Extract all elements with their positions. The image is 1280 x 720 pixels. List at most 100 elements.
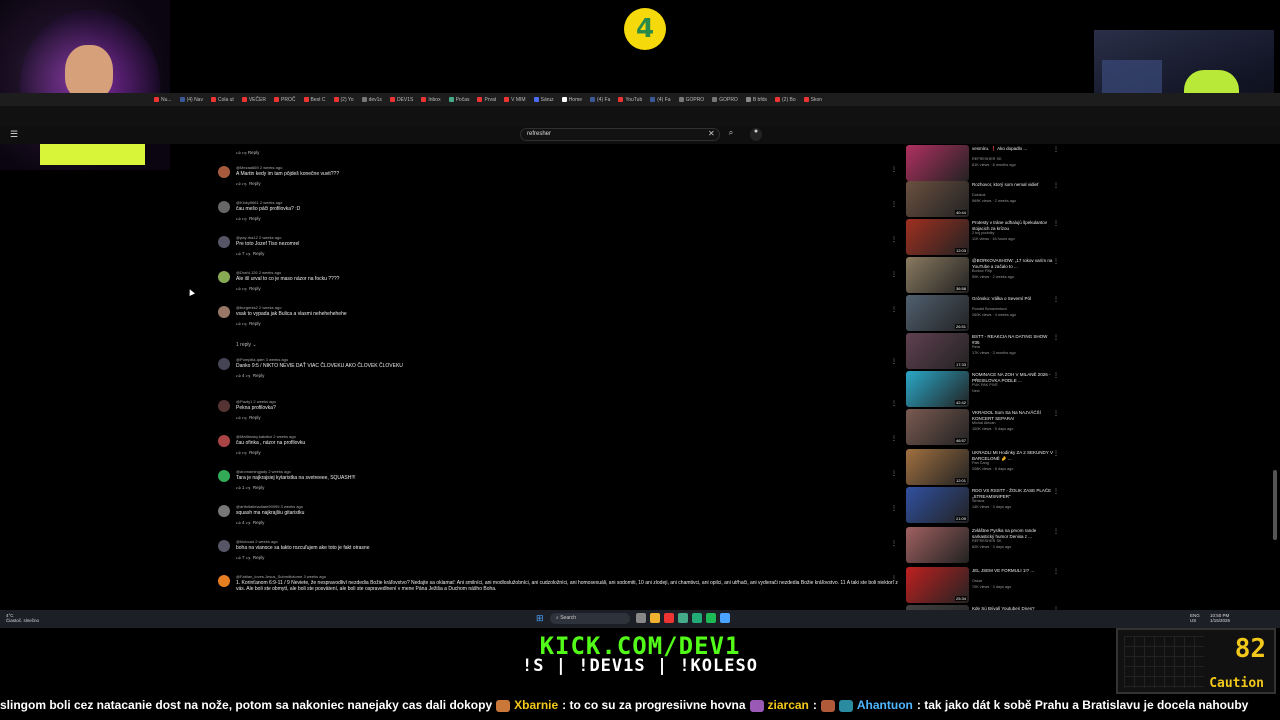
like-icon[interactable]: 👍︎	[236, 485, 241, 490]
dislike-icon[interactable]: 👎︎	[246, 520, 251, 525]
dislike-icon[interactable]: 👎︎	[246, 373, 251, 378]
more-options-icon[interactable]: ⋮	[891, 166, 897, 173]
page-scrollbar[interactable]	[1273, 470, 1277, 540]
avatar[interactable]	[218, 575, 230, 587]
more-options-icon[interactable]: ⋮	[1053, 372, 1059, 379]
video-thumbnail[interactable]: 25:34	[906, 567, 969, 603]
replies-toggle[interactable]: 1 reply ⌄	[236, 342, 257, 348]
video-thumbnail[interactable]: 40:44	[906, 181, 969, 217]
windows-start-icon[interactable]: ⊞	[536, 613, 544, 624]
reply-button[interactable]: Reply	[249, 286, 261, 291]
browser-tab[interactable]: Nu...	[150, 94, 176, 105]
video-title[interactable]: @BORKOVASHOW: „17 rokov varím na YouTube…	[972, 258, 1054, 269]
video-title[interactable]: UKRADLI MI Hodinky ZA 2 SEKUNDY V BARCEL…	[972, 450, 1054, 461]
browser-tab[interactable]: V MIM	[500, 94, 529, 105]
comment-author[interactable]: @Fabian_loves.Jesus_Submittotome	[236, 574, 302, 579]
video-channel[interactable]: Simsos	[972, 499, 984, 503]
video-title[interactable]: VKRADOL Som Sa Na NAJVÄČŠÍ KONCERT SEPAR…	[972, 410, 1054, 421]
like-icon[interactable]: 👍︎	[236, 520, 241, 525]
more-options-icon[interactable]: ⋮	[891, 271, 897, 278]
video-title[interactable]: BSTT - REAKCIA NA DATING SHOW #35	[972, 334, 1054, 345]
browser-tab[interactable]: VEČER	[238, 94, 270, 105]
reply-button[interactable]: Reply	[249, 321, 261, 326]
reply-button[interactable]: Reply	[253, 373, 265, 378]
related-video[interactable]: 26:51 Grónsko: Válka o Severní Pól Ronald …	[906, 294, 1061, 332]
mic-icon[interactable]: ●	[750, 128, 762, 141]
like-icon[interactable]: 👍︎	[236, 555, 241, 560]
taskbar-app-icon[interactable]	[664, 613, 674, 623]
taskbar-app-icon[interactable]	[706, 613, 716, 623]
video-title[interactable]: JEL JSEM VE FORMULI 1!? ...	[972, 568, 1054, 574]
browser-tab[interactable]: Počas	[445, 94, 474, 105]
avatar[interactable]	[218, 435, 230, 447]
more-options-icon[interactable]: ⋮	[891, 358, 897, 365]
video-channel[interactable]: Borkov Filip	[972, 269, 992, 273]
comment-author[interactable]: @hlubcad	[236, 539, 254, 544]
comment-author[interactable]: @artfoltallmadlate99999	[236, 504, 279, 509]
reply-button[interactable]: Reply	[253, 485, 265, 490]
dislike-icon[interactable]: 👎︎	[242, 150, 247, 155]
video-channel[interactable]: PUK PAK PIVE	[972, 383, 998, 387]
taskbar-app-icon[interactable]	[650, 613, 660, 623]
video-title[interactable]: RDO VS RSSTT - ŽOLIK ZASE PLAČE „STREAMS…	[972, 488, 1054, 499]
like-icon[interactable]: 👍︎	[236, 286, 241, 291]
dislike-icon[interactable]: 👎︎	[246, 555, 251, 560]
video-channel[interactable]: REFRESHER SK	[972, 539, 1002, 543]
video-thumbnail[interactable]: 12:03	[906, 219, 969, 255]
video-channel[interactable]: Michal Alexan	[972, 421, 995, 425]
browser-tab[interactable]: (4) Fa	[646, 94, 674, 105]
browser-tab[interactable]: Skon	[800, 94, 826, 105]
dislike-icon[interactable]: 👎︎	[242, 286, 247, 291]
reply-button[interactable]: Reply	[249, 415, 261, 420]
reply-button[interactable]: Reply	[253, 251, 265, 256]
video-thumbnail[interactable]: 42:42	[906, 371, 969, 407]
browser-tab[interactable]: (2) Bo	[771, 94, 800, 105]
dislike-icon[interactable]: 👎︎	[242, 415, 247, 420]
comment-author[interactable]: @arcmamingjady	[236, 469, 267, 474]
browser-tab[interactable]: (4) Nav	[176, 94, 207, 105]
browser-tab[interactable]: Best C	[300, 94, 330, 105]
dislike-icon[interactable]: 👎︎	[242, 216, 247, 221]
browser-tab[interactable]: dev1s	[358, 94, 386, 105]
more-options-icon[interactable]: ⋮	[1053, 488, 1059, 495]
like-icon[interactable]: 👍︎	[236, 216, 241, 221]
avatar[interactable]	[218, 271, 230, 283]
reply-button[interactable]: Reply	[249, 450, 261, 455]
comment-author[interactable]: @Pazty1	[236, 399, 252, 404]
taskbar-app-icon[interactable]	[720, 613, 730, 623]
video-channel[interactable]: Pan Čang	[972, 461, 989, 465]
taskbar-app-icon[interactable]	[692, 613, 702, 623]
avatar[interactable]	[218, 306, 230, 318]
browser-tab[interactable]: YouTub	[614, 94, 646, 105]
video-channel[interactable]: Ronald Bonaventura	[972, 307, 1007, 311]
more-options-icon[interactable]: ⋮	[1053, 528, 1059, 535]
video-channel[interactable]: Oskar	[972, 579, 982, 583]
taskbar-search[interactable]: ⌕ Search	[550, 613, 630, 624]
dislike-icon[interactable]: 👎︎	[246, 251, 251, 256]
related-video[interactable]: 40:44 Rozhovor, ktorý som nemal vidieť Duk…	[906, 180, 1061, 218]
video-channel[interactable]: REFRESHER SK	[972, 157, 1002, 161]
taskbar-app-icon[interactable]	[636, 613, 646, 623]
related-video[interactable]: 12:03 Protesty v tráne odhalujú špekulant…	[906, 218, 1061, 256]
like-icon[interactable]: 👍︎	[236, 450, 241, 455]
dislike-icon[interactable]: 👎︎	[242, 321, 247, 326]
related-video[interactable]: 46:57 VKRADOL Som Sa Na NAJVÄČŠÍ KONCERT …	[906, 408, 1061, 446]
video-thumbnail[interactable]	[906, 527, 969, 563]
more-options-icon[interactable]: ⋮	[891, 306, 897, 313]
more-options-icon[interactable]: ⋮	[1053, 450, 1059, 457]
more-options-icon[interactable]: ⋮	[1053, 568, 1059, 575]
dislike-icon[interactable]: 👎︎	[242, 181, 247, 186]
language-indicator[interactable]: ENG US	[1190, 613, 1200, 623]
more-options-icon[interactable]: ⋮	[1053, 334, 1059, 341]
avatar[interactable]	[218, 400, 230, 412]
reply-button[interactable]: Reply	[253, 555, 265, 560]
browser-tab[interactable]: Sáruz	[530, 94, 558, 105]
browser-tab[interactable]: B bfds	[742, 94, 771, 105]
more-options-icon[interactable]: ⋮	[1053, 146, 1059, 153]
video-title[interactable]: Rozhovor, ktorý som nemal vidieť	[972, 182, 1054, 188]
search-input[interactable]: refresher	[520, 128, 720, 141]
more-options-icon[interactable]: ⋮	[891, 505, 897, 512]
browser-tab[interactable]: (2) Yo	[330, 94, 358, 105]
like-icon[interactable]: 👍︎	[236, 251, 241, 256]
reply-button[interactable]: Reply	[253, 520, 265, 525]
